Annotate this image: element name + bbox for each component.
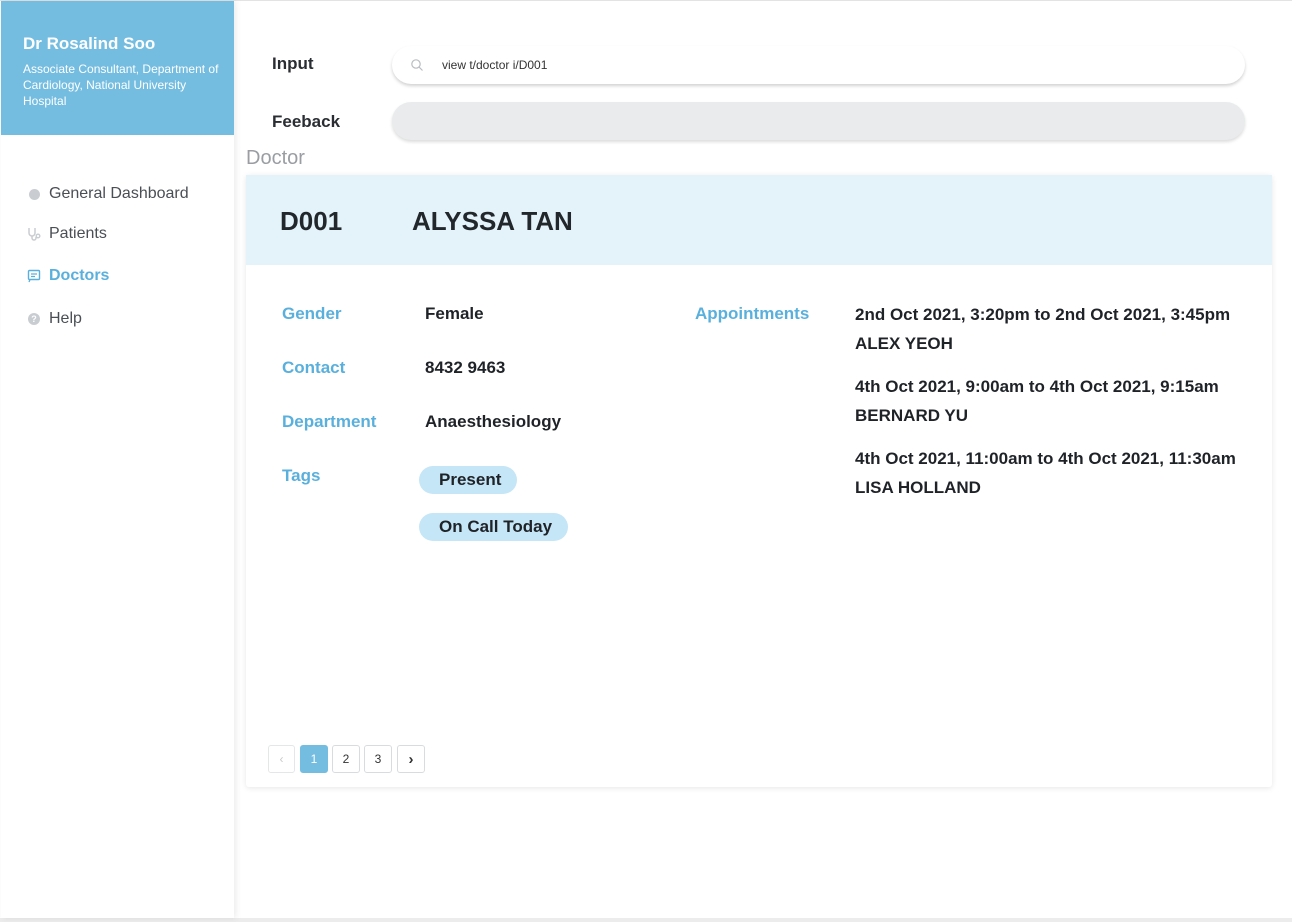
input-label: Input [272, 54, 314, 73]
feedback-label: Feeback [272, 112, 341, 131]
contact-label: Contact [282, 358, 346, 377]
profile-panel: Dr Rosalind Soo Associate Consultant, De… [1, 1, 234, 135]
sidebar-item-doctors[interactable]: Doctors [23, 264, 109, 288]
section-title: Doctor [246, 147, 305, 169]
doctor-card: D001 ALYSSA TAN Gender Female Contact 84… [246, 175, 1272, 787]
gender-value: Female [425, 304, 484, 323]
search-icon [410, 58, 424, 72]
appointment-time: 2nd Oct 2021, 3:20pm to 2nd Oct 2021, 3:… [855, 305, 1231, 324]
feedback-box [392, 102, 1245, 140]
sidebar: Dr Rosalind Soo Associate Consultant, De… [1, 1, 234, 918]
pagination-page-2[interactable]: 2 [332, 745, 360, 773]
pagination-next-button[interactable]: › [397, 745, 425, 773]
pagination-prev-button[interactable]: ‹ [268, 745, 295, 773]
doctor-card-header: D001 ALYSSA TAN [246, 175, 1272, 265]
sidebar-item-patients[interactable]: Patients [23, 222, 107, 246]
sidebar-item-label: General Dashboard [49, 185, 189, 202]
appointment-patient: LISA HOLLAND [855, 478, 981, 497]
department-value: Anaesthesiology [425, 412, 562, 431]
appointment-patient: BERNARD YU [855, 406, 969, 425]
appointment-time: 4th Oct 2021, 9:00am to 4th Oct 2021, 9:… [855, 377, 1219, 396]
doctor-id: D001 [280, 206, 343, 236]
appointment-item: 2nd Oct 2021, 3:20pm to 2nd Oct 2021, 3:… [855, 300, 1267, 358]
profile-name: Dr Rosalind Soo [23, 34, 156, 53]
pagination-page-1[interactable]: 1 [300, 745, 328, 773]
tag-present: Present [419, 466, 518, 494]
appointment-patient: ALEX YEOH [855, 334, 953, 353]
pagination-page-3[interactable]: 3 [364, 745, 392, 773]
tag-on-call-today: On Call Today [419, 513, 569, 541]
appointment-item: 4th Oct 2021, 11:00am to 4th Oct 2021, 1… [855, 444, 1267, 502]
sidebar-item-label: Doctors [49, 267, 110, 284]
appointment-time: 4th Oct 2021, 11:00am to 4th Oct 2021, 1… [855, 449, 1236, 468]
dashboard-icon [23, 185, 45, 203]
help-icon: ? [23, 310, 45, 328]
contact-value: 8432 9463 [425, 358, 506, 377]
stethoscope-icon [23, 225, 45, 243]
sidebar-item-label: Patients [49, 225, 107, 242]
sidebar-item-general-dashboard[interactable]: General Dashboard [23, 182, 189, 206]
profile-role: Associate Consultant, Department of Card… [23, 62, 219, 108]
doctor-list-icon [23, 267, 45, 285]
tags-label: Tags [282, 466, 321, 485]
appointments-label: Appointments [695, 304, 810, 323]
sidebar-item-label: Help [49, 310, 82, 327]
appointment-item: 4th Oct 2021, 9:00am to 4th Oct 2021, 9:… [855, 372, 1267, 430]
sidebar-item-help[interactable]: ? Help [23, 307, 82, 331]
doctor-name: ALYSSA TAN [412, 206, 573, 236]
department-label: Department [282, 412, 377, 431]
gender-label: Gender [282, 304, 342, 323]
command-input[interactable] [440, 57, 1224, 73]
command-input-box[interactable] [392, 46, 1245, 84]
